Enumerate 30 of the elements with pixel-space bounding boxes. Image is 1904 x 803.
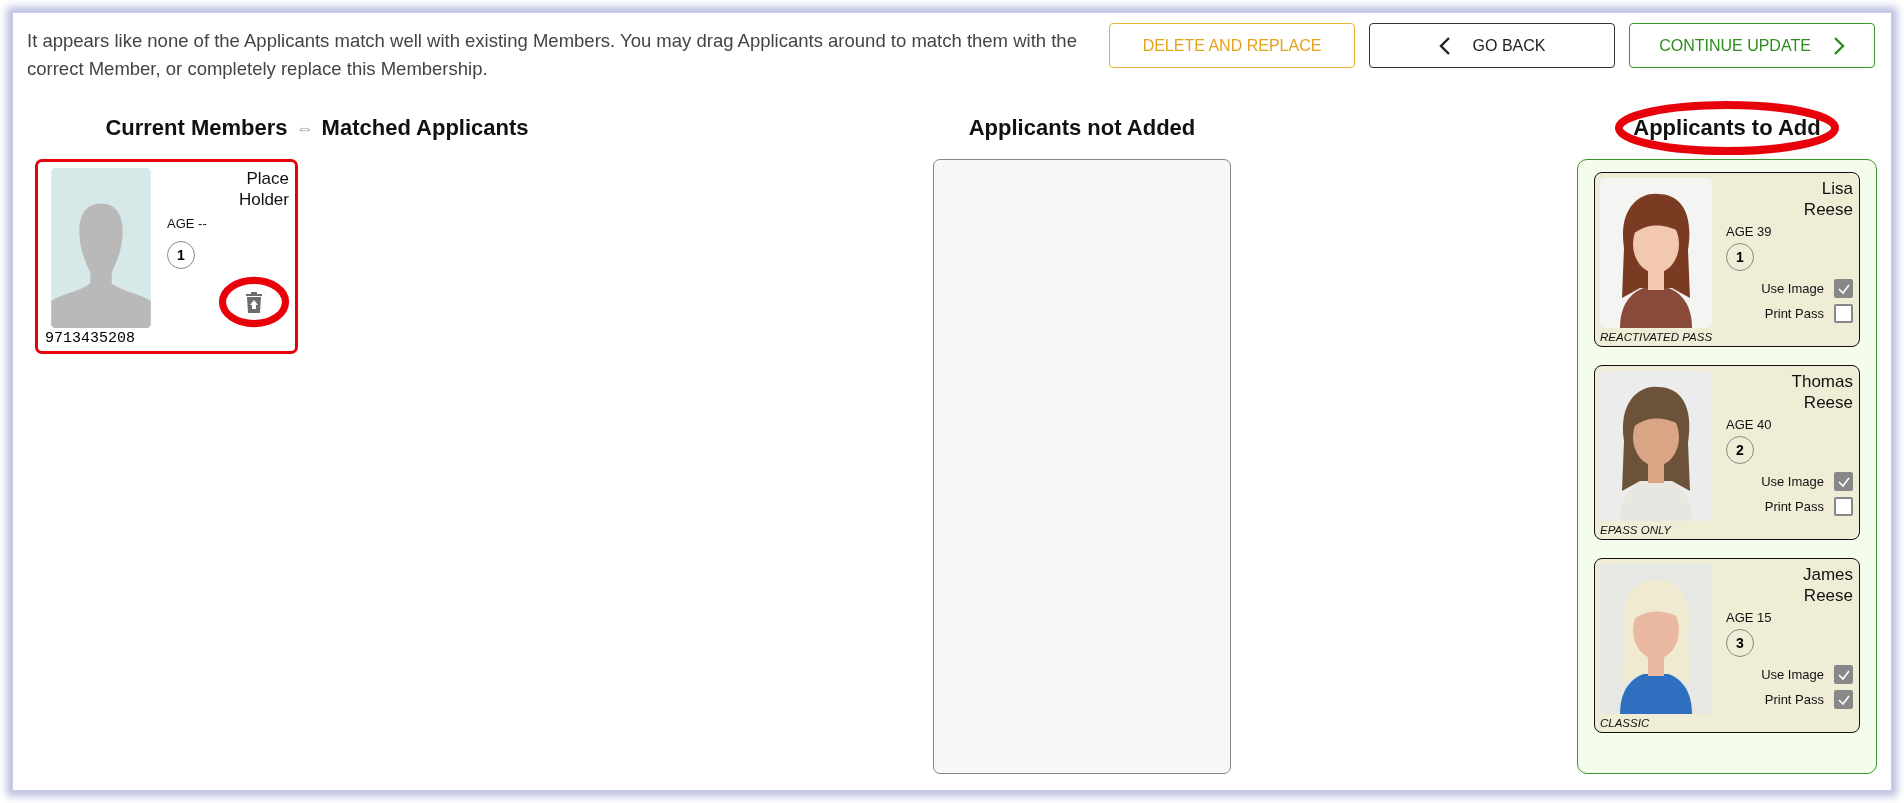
pass-type-label: REACTIVATED PASS xyxy=(1600,331,1714,343)
applicant-name: Lisa Reese xyxy=(1802,178,1853,220)
checkbox-label: Print Pass xyxy=(1764,499,1824,514)
age-label: AGE 39 xyxy=(1726,224,1773,239)
member-card[interactable]: Place Holder AGE -- 1 9713435208 xyxy=(35,159,298,354)
checkbox-label: Print Pass xyxy=(1764,692,1824,707)
continue-button[interactable]: CONTINUE UPDATE xyxy=(1629,23,1875,68)
age-label: AGE -- xyxy=(167,216,208,231)
applicant-card[interactable]: Thomas Reese AGE 40 2 Use Image Print Pass EPASS ONLY xyxy=(1594,365,1860,540)
pass-type-label: CLASSIC xyxy=(1600,717,1651,729)
checkbox-label: Use Image xyxy=(1761,667,1824,682)
column-heading: Applicants not Added xyxy=(968,115,1196,141)
applicant-name: James Reese xyxy=(1801,564,1853,606)
pass-type-label: EPASS ONLY xyxy=(1600,524,1673,536)
checkbox-label: Print Pass xyxy=(1764,306,1824,321)
checkbox-label: Use Image xyxy=(1761,281,1824,296)
instruction-text: It appears like none of the Applicants match well with existing Members. You may drag Applicants around to match them with the correct Member, or completely replace this Membership. xyxy=(27,29,1077,81)
go-back-button[interactable]: GO BACK xyxy=(1369,23,1615,68)
checkbox-label: Use Image xyxy=(1761,474,1824,489)
applicant-name: Thomas Reese xyxy=(1790,371,1853,413)
column-heading: Current Members xyxy=(105,115,288,141)
age-label: AGE 40 xyxy=(1726,417,1773,432)
member-name: Place Holder xyxy=(237,168,289,210)
double-arrow: ⇔ xyxy=(295,117,314,139)
applicant-card[interactable]: Lisa Reese AGE 39 1 Use Image Print Pass REACTIVATED PASS xyxy=(1594,172,1860,347)
column-heading: Matched Applicants xyxy=(321,115,529,141)
phone-number: 9713435208 xyxy=(45,330,136,347)
applicant-card[interactable]: James Reese AGE 15 3 Use Image Print Pass CLASSIC xyxy=(1594,558,1860,733)
age-label: AGE 15 xyxy=(1726,610,1773,625)
column-heading: Applicants to Add xyxy=(1633,115,1821,141)
